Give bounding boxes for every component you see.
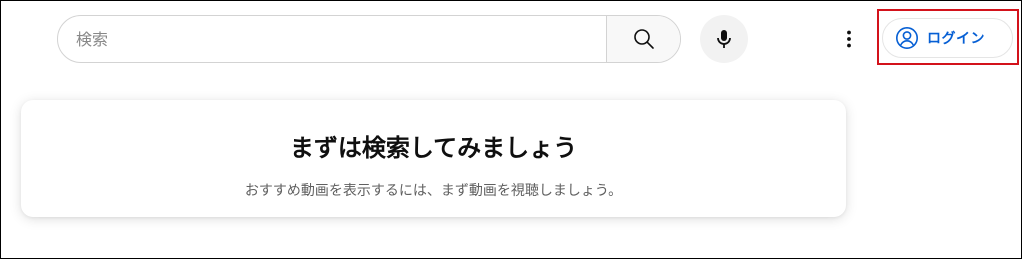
search-prompt-card: まずは検索してみましょう おすすめ動画を表示するには、まず動画を視聴しましょう。 xyxy=(21,100,846,217)
prompt-title: まずは検索してみましょう xyxy=(289,134,578,162)
account-circle-icon xyxy=(896,27,918,49)
settings-menu-button[interactable] xyxy=(831,21,867,57)
app-frame: ログイン まずは検索してみましょう おすすめ動画を表示するには、まず動画を視聴し… xyxy=(0,0,1022,259)
more-vert-icon xyxy=(847,30,851,48)
microphone-icon xyxy=(717,30,731,48)
search-button[interactable] xyxy=(606,16,680,62)
voice-search-button[interactable] xyxy=(700,15,748,63)
prompt-subtitle: おすすめ動画を表示するには、まず動画を視聴しましょう。 xyxy=(244,183,623,199)
login-label: ログイン xyxy=(927,30,985,46)
search-input[interactable] xyxy=(58,16,606,62)
search-box xyxy=(57,15,681,63)
login-button[interactable]: ログイン xyxy=(882,18,1013,58)
search-icon xyxy=(633,29,654,49)
